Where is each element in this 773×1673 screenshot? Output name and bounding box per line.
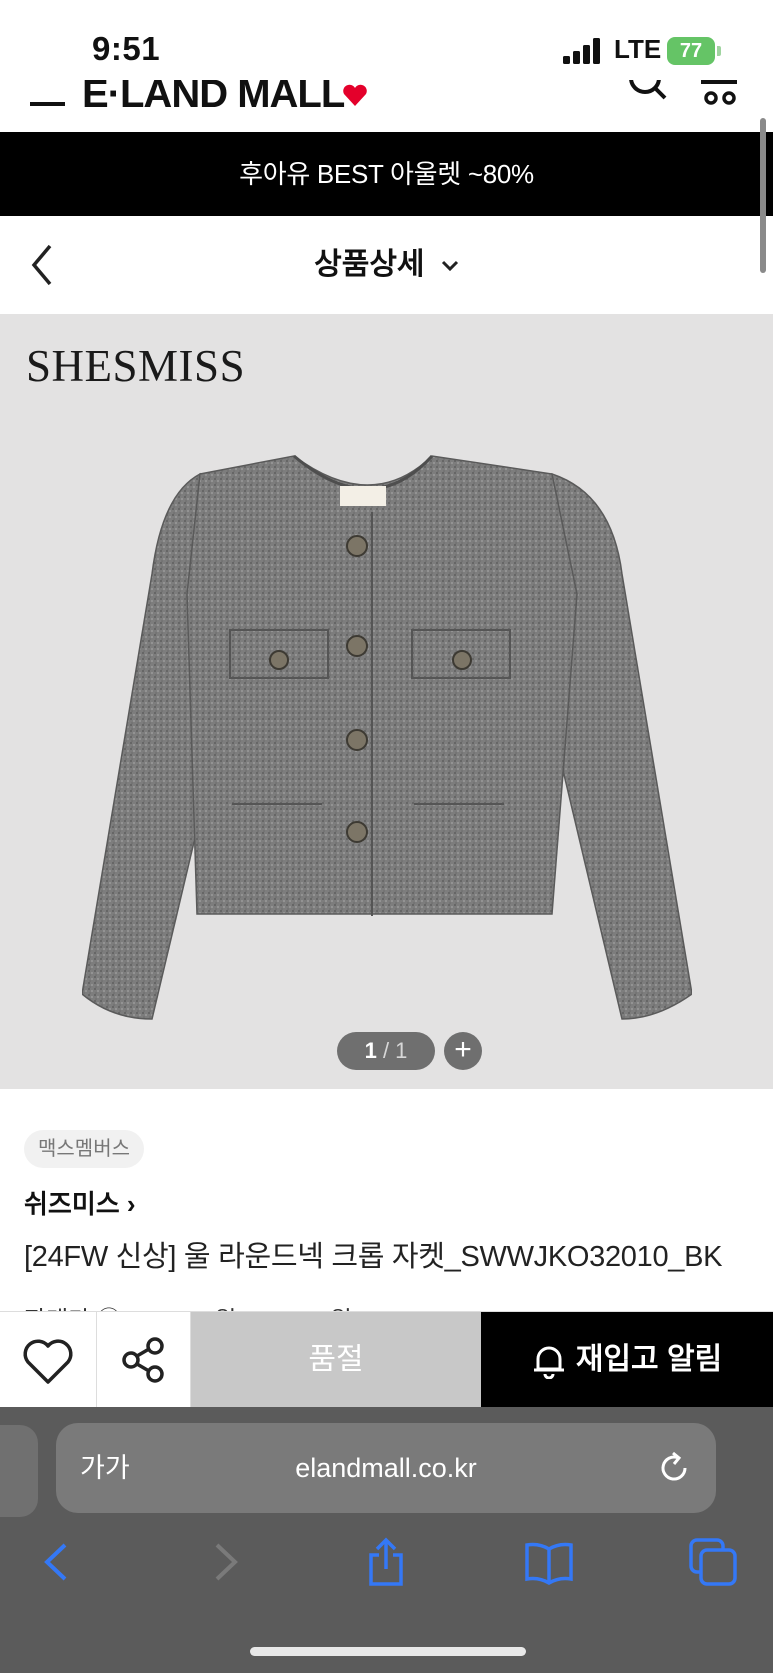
text-size-button[interactable]: 가가 <box>80 1423 130 1513</box>
zoom-plus-button[interactable]: + <box>444 1032 482 1070</box>
back-arrow-icon[interactable] <box>26 238 60 292</box>
battery-level: 77 <box>679 40 703 62</box>
member-tag-badge: 맥스멤버스 <box>24 1130 144 1168</box>
menu-icon[interactable] <box>30 102 65 106</box>
bell-icon <box>533 1346 564 1380</box>
forward-icon[interactable] <box>199 1537 249 1587</box>
reload-icon[interactable] <box>656 1450 692 1486</box>
promo-banner[interactable]: 후아유 BEST 아울렛 ~80% <box>0 132 773 216</box>
site-logo[interactable]: E·LAND MALL <box>82 80 345 117</box>
brand-link[interactable]: 쉬즈미스 › <box>24 1184 136 1221</box>
network-label: LTE <box>614 34 662 64</box>
soldout-button[interactable]: 품절 <box>191 1312 481 1408</box>
address-bar[interactable]: elandmall.co.kr 가가 <box>56 1423 716 1513</box>
url-text[interactable]: elandmall.co.kr <box>56 1423 716 1513</box>
bottom-action-bar: 품절 재입고 알림 <box>0 1311 773 1408</box>
tabs-icon[interactable] <box>688 1537 738 1587</box>
detail-header: 상품상세 <box>0 216 773 314</box>
back-icon[interactable] <box>33 1537 83 1587</box>
restock-alert-button[interactable]: 재입고 알림 <box>481 1312 773 1408</box>
battery-cap <box>717 46 721 56</box>
image-counter: 1 / 1 <box>337 1032 435 1070</box>
browser-toolbar: elandmall.co.kr 가가 <box>0 1407 773 1673</box>
search-icon[interactable] <box>625 80 671 110</box>
bookmarks-icon[interactable] <box>524 1537 574 1587</box>
chevron-down-icon <box>441 261 458 272</box>
product-jacket-image <box>82 454 692 1020</box>
previous-tab-peek[interactable] <box>0 1425 38 1517</box>
status-time: 9:51 <box>92 30 161 67</box>
restock-alert-label: 재입고 알림 <box>575 1343 723 1376</box>
image-counter-total: / 1 <box>382 1038 408 1063</box>
home-indicator <box>250 1647 526 1656</box>
page-title-label: 상품상세 <box>314 248 425 281</box>
wishlist-button[interactable] <box>0 1312 97 1408</box>
share-sheet-icon[interactable] <box>361 1537 411 1587</box>
page-title[interactable]: 상품상세 <box>0 216 773 314</box>
signal-icon <box>563 38 600 64</box>
brand-watermark: SHESMISS <box>26 341 246 391</box>
heart-logo-icon <box>343 84 367 106</box>
share-icon <box>122 1337 164 1383</box>
heart-icon <box>23 1339 73 1384</box>
site-header: E·LAND MALL <box>0 80 773 132</box>
share-button[interactable] <box>97 1312 191 1408</box>
cart-icon[interactable] <box>697 80 743 110</box>
battery-icon: 77 <box>667 37 715 65</box>
image-counter-current: 1 <box>364 1038 377 1063</box>
product-image-gallery[interactable]: SHESMISS 1 / 1 + <box>0 314 773 1089</box>
product-name: [24FW 신상] 울 라운드넥 크롭 자켓_SWWJKO32010_BK <box>24 1241 723 1273</box>
page-scrollbar[interactable] <box>760 118 766 273</box>
